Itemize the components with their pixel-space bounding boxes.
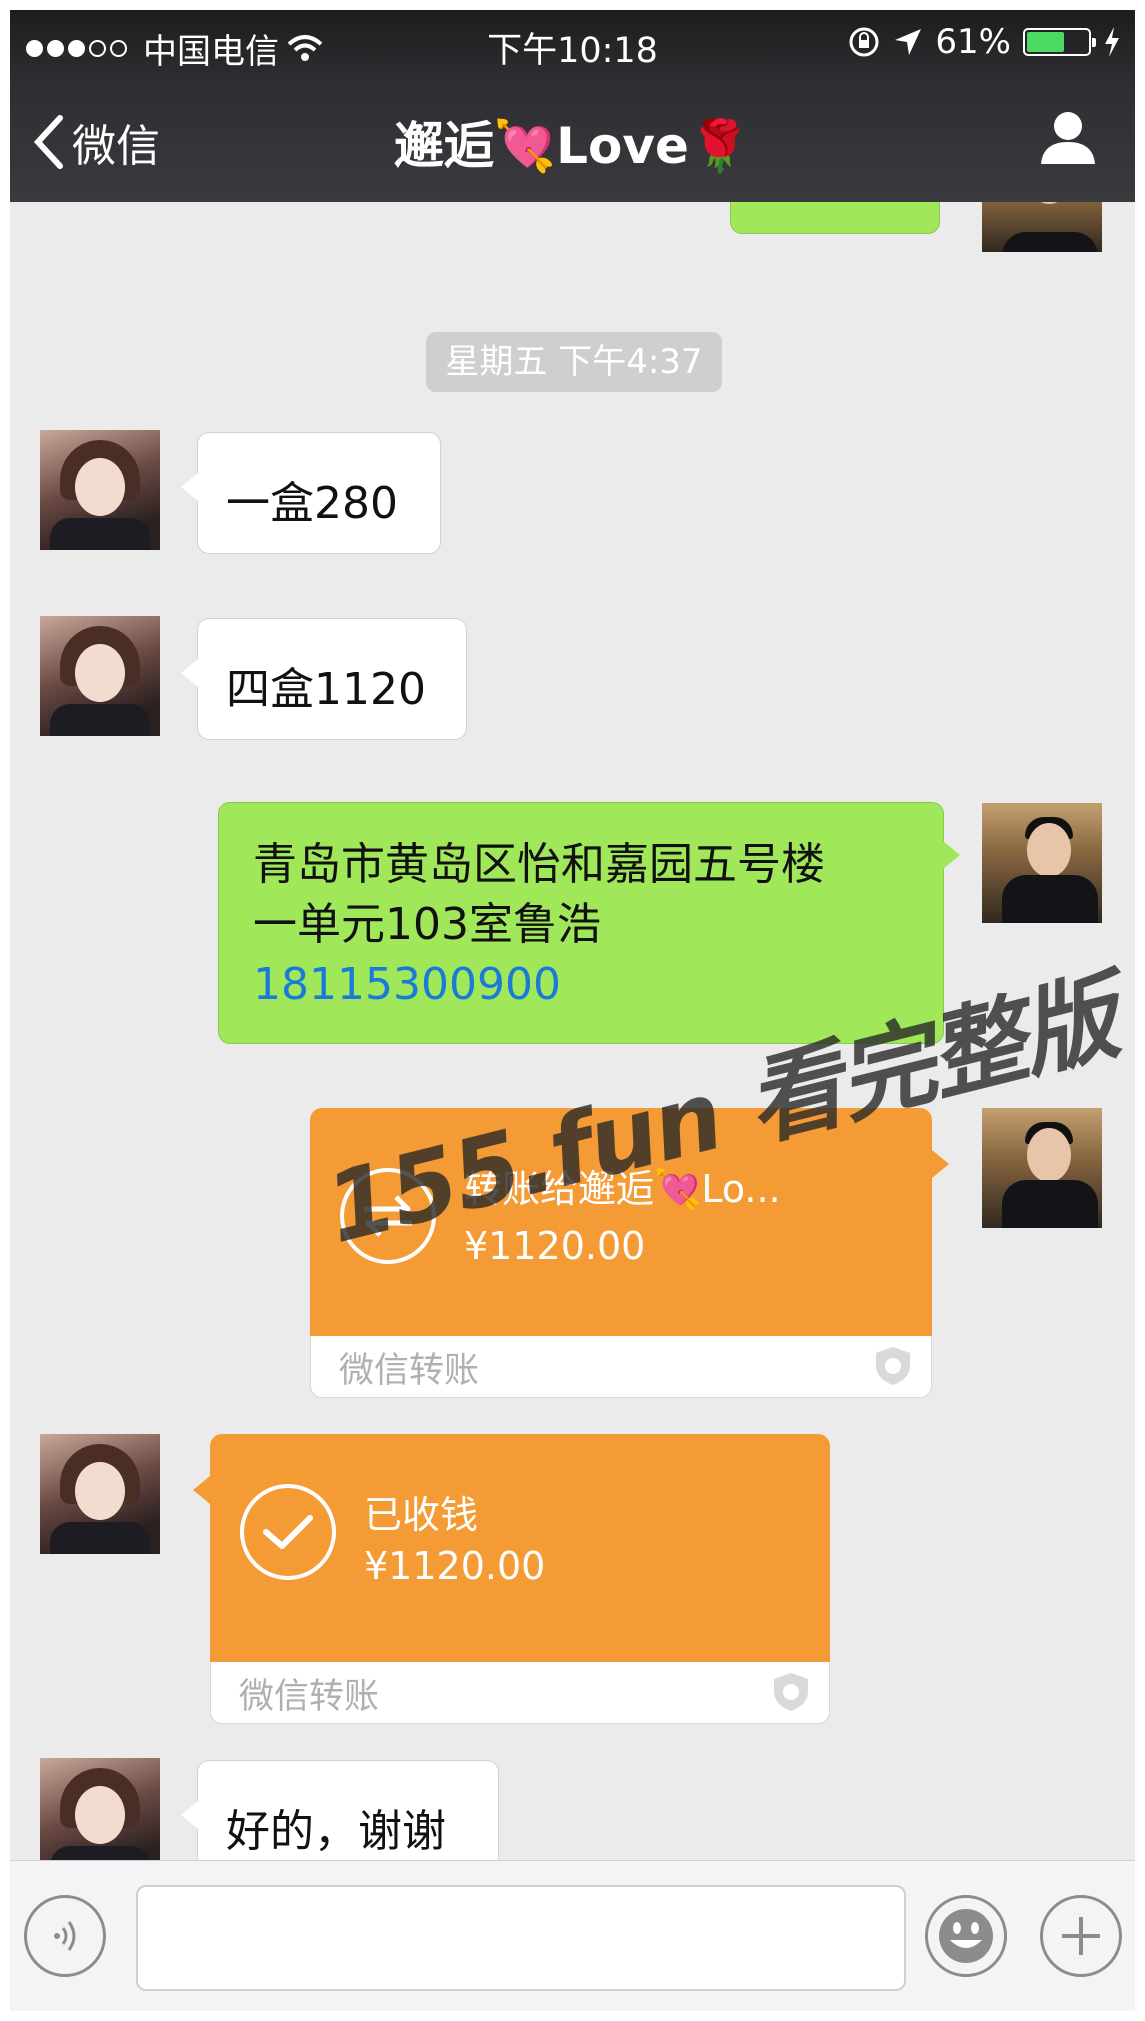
heart-arrow-emoji: 💘 [493,117,557,175]
more-button[interactable] [1040,1895,1122,1977]
transfer-footer: 微信转账 [310,1336,932,1398]
emoji-icon [939,1909,993,1963]
transfer-footer-label: 微信转账 [239,1677,380,1717]
transfer-footer-label: 微信转账 [339,1351,480,1391]
shield-icon [876,1347,910,1385]
message-bubble-incoming[interactable]: 一盒280 [181,432,441,554]
message-input[interactable] [136,1885,906,1991]
battery-icon [1023,28,1096,56]
rose-emoji: 🌹 [688,117,752,175]
top-bar: 中国电信 下午10:18 61% 微信 邂逅💘Love🌹 [10,10,1135,202]
avatar-contact[interactable] [40,616,160,736]
profile-icon[interactable] [1039,108,1097,166]
message-text-line2: 一单元103室鲁浩 [253,899,601,950]
transfer-amount: ¥1120.00 [364,1544,546,1588]
rotation-lock-icon [849,27,879,57]
transfer-footer: 微信转账 [210,1662,830,1724]
location-icon [895,29,922,55]
plus-icon [1062,1917,1100,1955]
input-bar [10,1860,1135,2011]
message-text-line1: 青岛市黄岛区怡和嘉园五号楼 [253,839,825,890]
message-bubble-incoming[interactable]: 四盒1120 [181,618,467,740]
nav-bar: 微信 邂逅💘Love🌹 [10,74,1135,202]
battery-percent: 61% [935,22,1011,62]
avatar-me[interactable] [982,1108,1102,1228]
phone-number-link[interactable]: 18115300900 [253,955,909,1015]
avatar-me[interactable] [982,803,1102,923]
voice-button[interactable] [24,1895,106,1977]
transfer-received-card[interactable]: 已收钱 ¥1120.00 微信转账 [193,1434,830,1724]
message-text: 好的，谢谢 [226,1806,446,1857]
checkmark-icon [240,1484,336,1580]
avatar-contact[interactable] [40,430,160,550]
voice-icon [54,1921,76,1951]
avatar-contact[interactable] [40,1434,160,1554]
charging-icon [1105,27,1119,57]
message-text: 一盒280 [226,478,398,529]
shield-icon [774,1673,808,1711]
emoji-button[interactable] [925,1895,1007,1977]
chat-timestamp: 星期五 下午4:37 [426,332,722,392]
message-text: 四盒1120 [226,664,426,715]
transfer-status: 已收钱 [364,1493,479,1537]
chat-title-name: Love [556,117,689,175]
chat-title-prefix: 邂逅 [393,117,494,175]
wechat-screen: 少 成 中国电信 下午10:18 [10,10,1135,2011]
chat-title: 邂逅💘Love🌹 [10,106,1135,178]
status-bar: 中国电信 下午10:18 61% [10,10,1135,74]
